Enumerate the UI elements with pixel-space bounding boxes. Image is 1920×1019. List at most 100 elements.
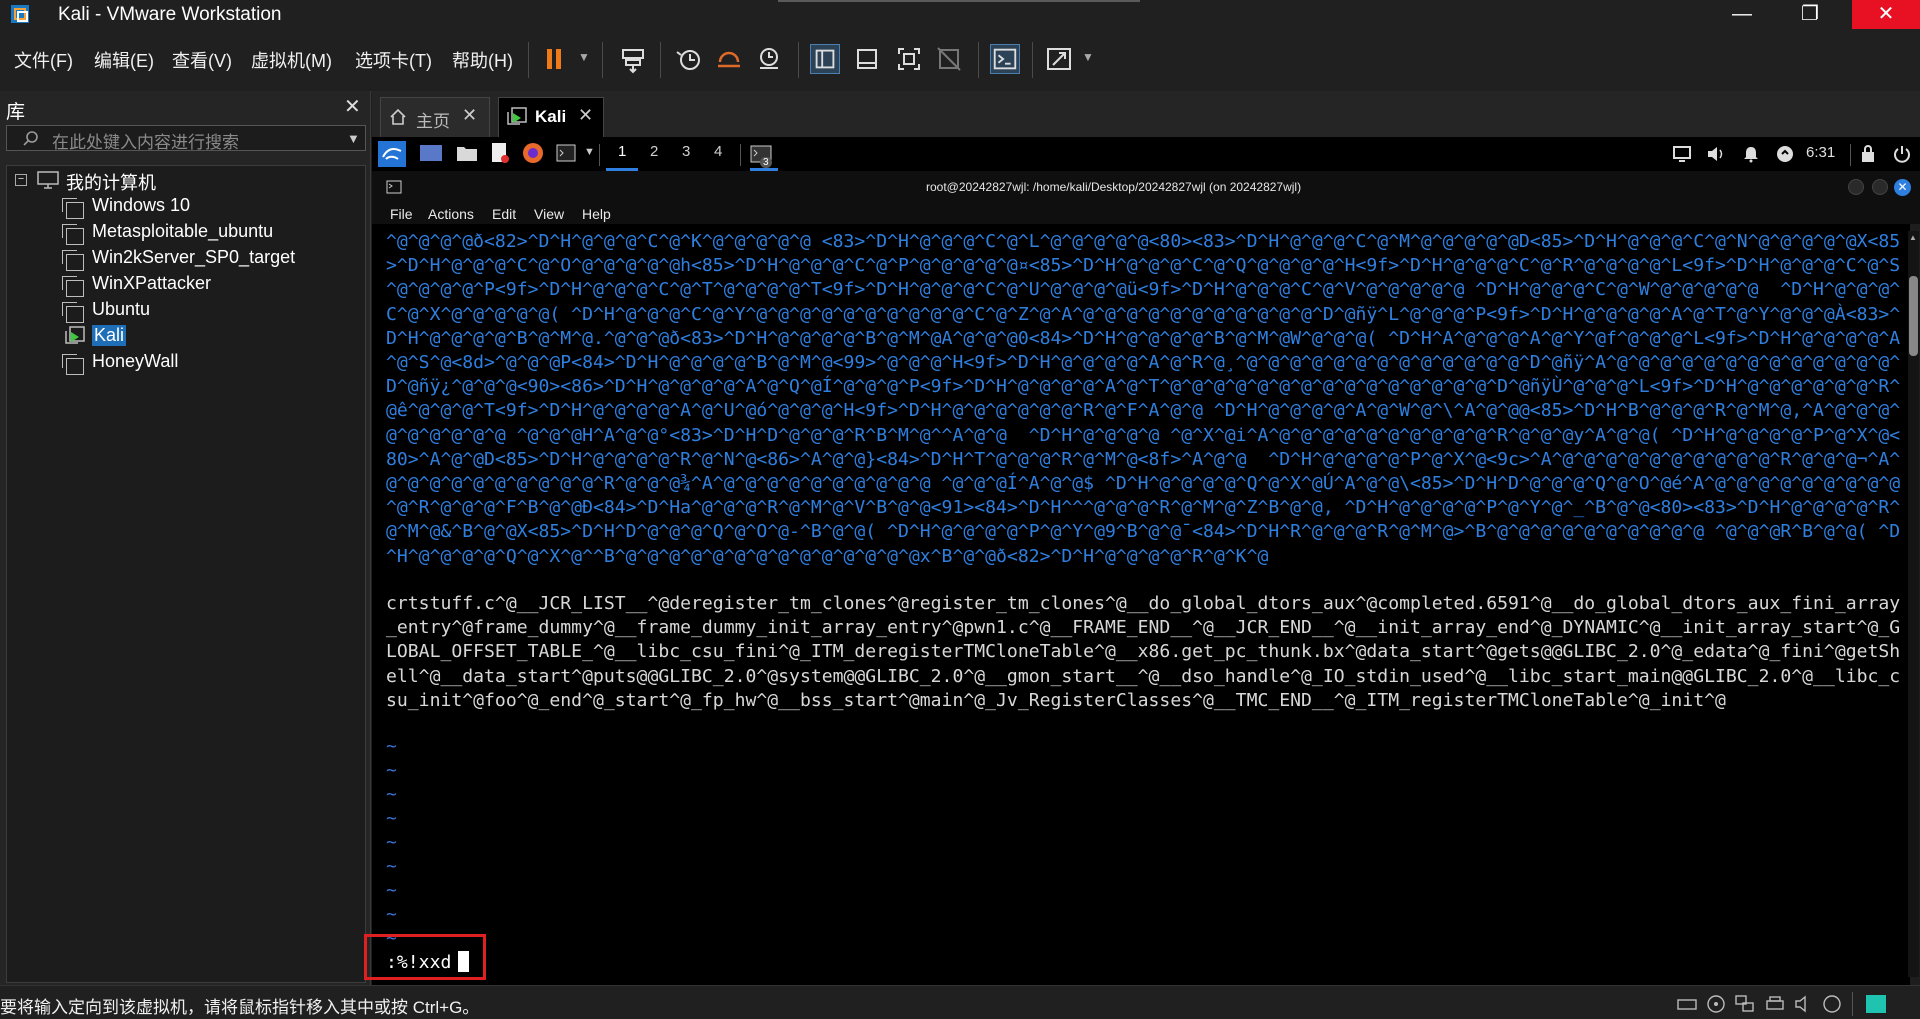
toolbar-separator — [1032, 42, 1033, 78]
menu-help[interactable]: 帮助(H) — [452, 47, 513, 73]
lock-screen-icon[interactable] — [1860, 144, 1876, 164]
tree-item-ubuntu[interactable]: Ubuntu — [92, 299, 150, 320]
terminal-maximize-button[interactable] — [1872, 179, 1888, 195]
terminal-title: root@20242827wjl: /home/kali/Desktop/202… — [926, 180, 1302, 194]
power-off-icon[interactable] — [1892, 144, 1912, 164]
console-view-icon[interactable] — [990, 44, 1020, 74]
terminal-menu-view[interactable]: View — [534, 206, 564, 222]
tree-item-windows10[interactable]: Windows 10 — [92, 195, 190, 216]
vim-empty-line: ~ — [386, 832, 397, 853]
window-count-badge: 3 — [760, 157, 772, 168]
pause-dropdown-icon[interactable]: ▼ — [578, 50, 590, 64]
workspace-3[interactable]: 3 — [682, 143, 690, 160]
close-button[interactable]: ✕ — [1852, 0, 1920, 29]
menu-edit[interactable]: 编辑(E) — [94, 47, 154, 73]
computer-icon — [37, 171, 59, 189]
terminal-launcher-icon[interactable] — [556, 144, 576, 162]
tree-item-metasploitable[interactable]: Metasploitable_ubuntu — [92, 221, 273, 242]
terminal-app-icon — [386, 180, 402, 194]
cd-drive-icon[interactable] — [1706, 994, 1726, 1014]
tree-collapse-icon[interactable]: − — [15, 174, 27, 186]
vim-empty-line: ~ — [386, 904, 397, 925]
snapshot-manager-icon[interactable] — [754, 44, 784, 74]
stretch-guest-icon[interactable] — [1044, 44, 1074, 74]
tree-item-winxpattacker[interactable]: WinXPattacker — [92, 273, 211, 294]
network-adapter-icon[interactable] — [1734, 994, 1756, 1014]
tab-kali-label: Kali — [535, 107, 567, 126]
library-close-icon[interactable]: ✕ — [344, 94, 361, 119]
menu-vm[interactable]: 虚拟机(M) — [251, 47, 332, 73]
thumbnail-bar-icon[interactable] — [852, 44, 882, 74]
volume-icon[interactable] — [1706, 145, 1726, 163]
workspace-1[interactable]: 1 — [618, 143, 626, 160]
message-log-icon[interactable] — [1866, 995, 1886, 1013]
toolbar-separator — [602, 42, 603, 78]
firefox-icon[interactable] — [522, 142, 544, 164]
vmware-logo-icon — [11, 5, 29, 23]
workspace-2[interactable]: 2 — [650, 143, 658, 160]
terminal-menu-help[interactable]: Help — [582, 206, 611, 222]
file-manager-icon[interactable] — [456, 144, 478, 162]
panel-separator — [1850, 144, 1851, 166]
full-screen-icon[interactable] — [894, 44, 924, 74]
kali-menu-icon[interactable] — [378, 141, 406, 167]
tab-close-icon[interactable]: ✕ — [578, 105, 593, 126]
status-separator — [1852, 992, 1853, 1016]
running-vm-icon — [65, 326, 85, 344]
tree-root-my-computer[interactable]: 我的计算机 — [66, 169, 156, 195]
search-dropdown-icon[interactable]: ▼ — [347, 131, 360, 146]
tab-close-icon[interactable]: ✕ — [462, 105, 477, 126]
printer-icon[interactable] — [1764, 995, 1786, 1013]
stretch-dropdown-icon[interactable]: ▼ — [1082, 50, 1094, 64]
workspace-4[interactable]: 4 — [714, 143, 722, 160]
scroll-up-icon[interactable]: ▲ — [1909, 233, 1917, 242]
status-message: 要将输入定向到该虚拟机，请将鼠标指针移入其中或按 Ctrl+G。 — [0, 998, 480, 1017]
power-status-icon[interactable] — [1776, 145, 1794, 163]
panel-clock[interactable]: 6:31 — [1806, 144, 1835, 161]
running-vm-icon — [507, 107, 527, 125]
menu-view[interactable]: 查看(V) — [172, 47, 232, 73]
sound-card-icon[interactable] — [1794, 995, 1814, 1013]
vm-icon — [62, 354, 84, 375]
text-editor-icon[interactable] — [490, 142, 510, 164]
show-desktop-icon[interactable] — [420, 145, 442, 161]
minimize-button[interactable]: — — [1712, 0, 1772, 29]
terminal-close-button[interactable]: ✕ — [1894, 179, 1911, 196]
hard-disk-icon[interactable] — [1676, 996, 1698, 1012]
vim-empty-line: ~ — [386, 736, 397, 757]
vm-icon — [62, 302, 84, 323]
toolbar-separator — [798, 42, 799, 78]
menu-file[interactable]: 文件(F) — [14, 47, 73, 73]
show-library-icon[interactable] — [810, 44, 840, 74]
window-title: Kali - VMware Workstation — [58, 4, 282, 25]
search-icon — [23, 131, 38, 146]
send-keys-icon[interactable] — [618, 44, 648, 74]
notification-bell-icon[interactable] — [1742, 145, 1760, 163]
terminal-scrollbar-thumb[interactable] — [1909, 276, 1918, 356]
tab-home-label: 主页 — [416, 112, 450, 131]
toolbar-separator — [978, 42, 979, 78]
snapshot-icon[interactable] — [674, 44, 704, 74]
panel-separator — [740, 144, 741, 166]
launcher-dropdown-icon[interactable]: ▼ — [584, 146, 595, 158]
revert-snapshot-icon[interactable] — [714, 44, 744, 74]
tree-item-win2kserver[interactable]: Win2kServer_SP0_target — [92, 247, 295, 268]
pause-icon[interactable] — [540, 44, 570, 74]
vm-icon — [62, 224, 84, 245]
usb-device-icon[interactable] — [1822, 994, 1842, 1014]
display-icon[interactable] — [1672, 145, 1692, 163]
terminal-menu-actions[interactable]: Actions — [428, 206, 474, 222]
title-drag-indicator — [778, 0, 1140, 2]
terminal-menu-edit[interactable]: Edit — [492, 206, 516, 222]
toolbar-separator — [528, 42, 529, 78]
terminal-menu-file[interactable]: File — [390, 206, 413, 222]
terminal-minimize-button[interactable] — [1848, 179, 1864, 195]
tree-item-kali[interactable]: Kali — [92, 325, 127, 346]
tab-strip — [372, 91, 1920, 137]
vim-empty-line: ~ — [386, 760, 397, 781]
maximize-button[interactable]: ❐ — [1780, 0, 1840, 29]
unity-mode-icon — [937, 47, 961, 71]
menu-tabs[interactable]: 选项卡(T) — [355, 47, 432, 73]
tree-item-honeywall[interactable]: HoneyWall — [92, 351, 178, 372]
library-title: 库 — [6, 102, 26, 123]
